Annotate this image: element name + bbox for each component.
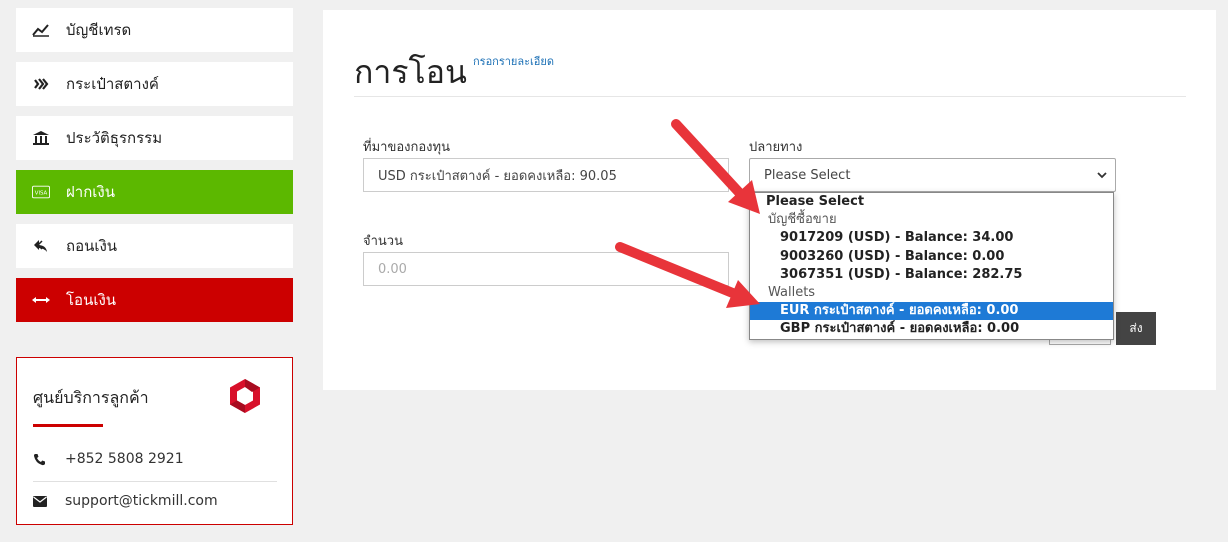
support-divider bbox=[33, 481, 277, 482]
dropdown-option-account[interactable]: 9003260 (USD) - Balance: 0.00 bbox=[750, 248, 1113, 266]
dropdown-option-account[interactable]: 9017209 (USD) - Balance: 34.00 bbox=[750, 229, 1113, 247]
amount-label: จำนวน bbox=[363, 234, 403, 249]
sidebar-item-label: กระเป๋าสตางค์ bbox=[66, 75, 159, 93]
tickmill-logo-icon bbox=[230, 379, 260, 413]
wallet-icon bbox=[32, 75, 50, 93]
chevron-down-icon bbox=[1097, 172, 1107, 179]
transfer-arrows-icon bbox=[32, 291, 50, 309]
svg-text:VISA: VISA bbox=[35, 191, 48, 197]
dropdown-option-wallet-gbp[interactable]: GBP กระเป๋าสตางค์ - ยอดคงเหลือ: 0.00 bbox=[750, 320, 1113, 338]
sidebar-item-label: โอนเงิน bbox=[66, 291, 117, 309]
sidebar-item-label: บัญชีเทรด bbox=[66, 21, 132, 39]
page-title: การโอน bbox=[354, 53, 467, 91]
submit-button-label: ส่ง bbox=[1129, 321, 1143, 335]
sidebar-item-label: ฝากเงิน bbox=[66, 183, 115, 201]
source-label: ที่มาของกองทุน bbox=[363, 140, 450, 155]
title-divider bbox=[354, 96, 1186, 97]
sidebar-item-label: ประวัติธุรกรรม bbox=[66, 129, 163, 147]
support-title: ศูนย์บริการลูกค้า bbox=[33, 388, 149, 407]
destination-dropdown-list: Please Select บัญชีซื้อขาย 9017209 (USD)… bbox=[749, 192, 1114, 340]
support-title-underline bbox=[33, 424, 103, 427]
submit-button[interactable]: ส่ง bbox=[1116, 312, 1156, 345]
destination-select-value: Please Select bbox=[764, 167, 851, 183]
destination-select[interactable]: Please Select bbox=[749, 158, 1116, 192]
sidebar-item-deposit[interactable]: VISA ฝากเงิน bbox=[16, 170, 293, 214]
sidebar-item-trading-accounts[interactable]: บัญชีเทรด bbox=[16, 8, 293, 52]
amount-placeholder: 0.00 bbox=[378, 261, 407, 277]
dropdown-option-placeholder[interactable]: Please Select bbox=[750, 193, 1113, 211]
sidebar-item-withdraw[interactable]: ถอนเงิน bbox=[16, 224, 293, 268]
sidebar-item-wallet[interactable]: กระเป๋าสตางค์ bbox=[16, 62, 293, 106]
amount-input[interactable]: 0.00 bbox=[363, 252, 729, 286]
dropdown-group-wallets: Wallets bbox=[768, 284, 816, 300]
bank-icon bbox=[32, 129, 50, 147]
source-select-value: USD กระเป๋าสตางค์ - ยอดคงเหลือ: 90.05 bbox=[378, 168, 617, 184]
support-phone-row: +852 5808 2921 bbox=[33, 451, 277, 467]
sidebar-item-transfer[interactable]: โอนเงิน bbox=[16, 278, 293, 322]
dropdown-option-account[interactable]: 3067351 (USD) - Balance: 282.75 bbox=[750, 266, 1113, 284]
dropdown-option-wallet-eur[interactable]: EUR กระเป๋าสตางค์ - ยอดคงเหลือ: 0.00 bbox=[750, 302, 1113, 321]
chart-line-icon bbox=[32, 21, 50, 39]
sidebar-item-label: ถอนเงิน bbox=[66, 237, 118, 255]
visa-card-icon: VISA bbox=[32, 183, 50, 201]
support-phone[interactable]: +852 5808 2921 bbox=[65, 451, 184, 467]
support-email[interactable]: support@tickmill.com bbox=[65, 493, 218, 509]
envelope-icon bbox=[33, 495, 49, 507]
reply-icon bbox=[32, 237, 50, 255]
destination-label: ปลายทาง bbox=[749, 140, 803, 155]
dropdown-group-trading-accounts: บัญชีซื้อขาย bbox=[768, 212, 837, 228]
phone-icon bbox=[33, 453, 49, 466]
sidebar-item-history[interactable]: ประวัติธุรกรรม bbox=[16, 116, 293, 160]
sidebar: บัญชีเทรด กระเป๋าสตางค์ ประวัติธุรกรรม V… bbox=[16, 8, 293, 332]
source-select[interactable]: USD กระเป๋าสตางค์ - ยอดคงเหลือ: 90.05 bbox=[363, 158, 729, 192]
fill-details-link[interactable]: กรอกรายละเอียด bbox=[473, 52, 554, 70]
customer-support-panel: ศูนย์บริการลูกค้า +852 5808 2921 support… bbox=[16, 357, 293, 525]
support-email-row: support@tickmill.com bbox=[33, 493, 277, 509]
